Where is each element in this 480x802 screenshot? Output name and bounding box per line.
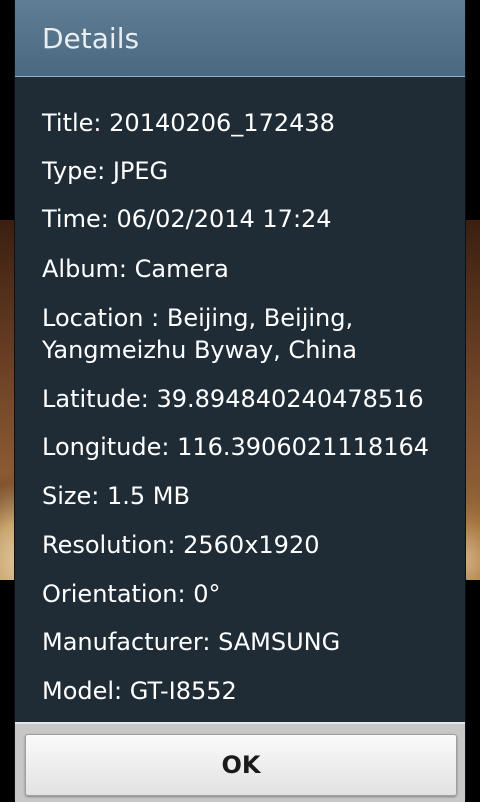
dialog-header: Details bbox=[15, 0, 465, 77]
detail-longitude: Longitude: 116.3906021118164 bbox=[42, 433, 430, 461]
dialog-footer: OK bbox=[15, 722, 465, 802]
detail-resolution: Resolution: 2560x1920 bbox=[42, 531, 320, 559]
ok-button[interactable]: OK bbox=[25, 734, 457, 796]
dialog-title: Details bbox=[42, 22, 140, 55]
details-dialog: Details Title: 20140206_172438 Type: JPE… bbox=[15, 0, 465, 802]
detail-size: Size: 1.5 MB bbox=[42, 482, 190, 510]
detail-orientation: Orientation: 0° bbox=[42, 580, 221, 608]
detail-latitude: Latitude: 39.894840240478516 bbox=[42, 385, 424, 413]
detail-title: Title: 20140206_172438 bbox=[42, 109, 335, 137]
detail-location: Location : Beijing, Beijing, Yangmeizhu … bbox=[42, 304, 357, 364]
detail-manufacturer: Manufacturer: SAMSUNG bbox=[42, 628, 341, 656]
detail-time: Time: 06/02/2014 17:24 bbox=[42, 205, 332, 233]
detail-type: Type: JPEG bbox=[42, 157, 169, 185]
detail-model: Model: GT-I8552 bbox=[42, 677, 237, 700]
details-list[interactable]: Title: 20140206_172438 Type: JPEG Time: … bbox=[15, 77, 465, 700]
detail-album: Album: Camera bbox=[42, 255, 229, 283]
